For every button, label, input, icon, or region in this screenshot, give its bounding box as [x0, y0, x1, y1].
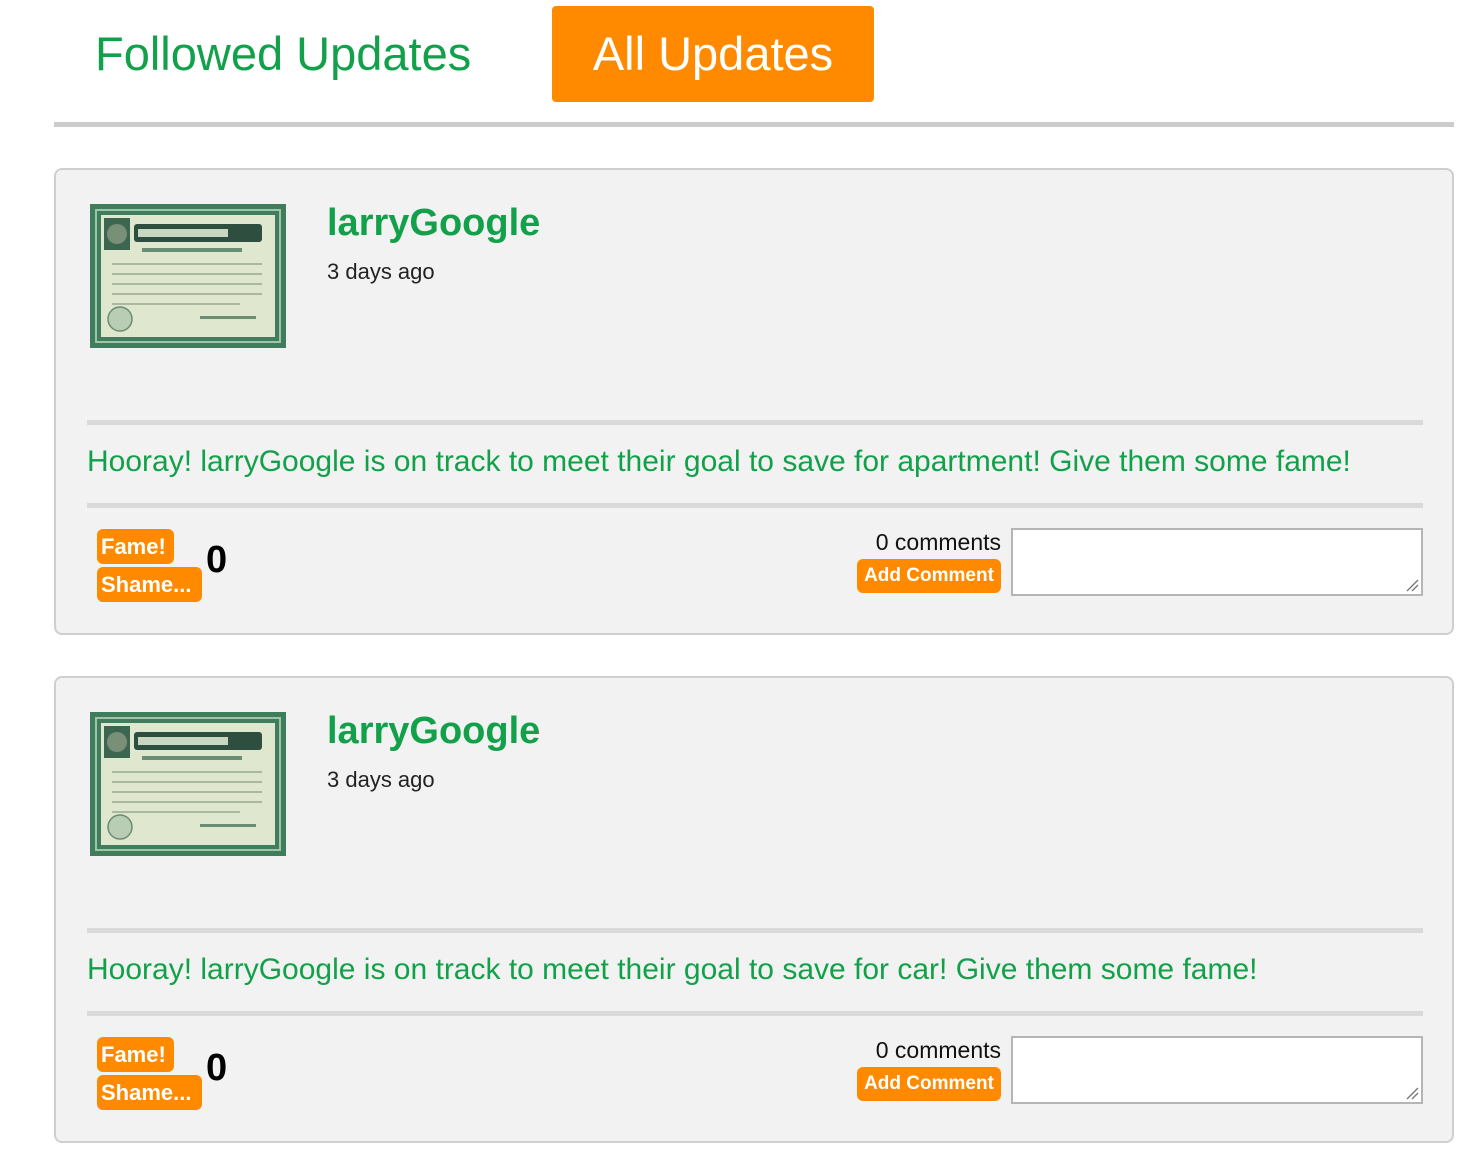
fame-score: 0: [206, 1047, 228, 1089]
update-card: larryGoogle 3 days ago Hooray! larryGoog…: [54, 676, 1454, 1143]
comment-count: 0 comments: [875, 529, 1001, 555]
comment-count: 0 comments: [875, 1037, 1001, 1063]
message-divider-bottom: [87, 1011, 1423, 1016]
comment-input[interactable]: [1011, 1036, 1423, 1104]
message-divider-top: [87, 420, 1423, 425]
update-timestamp: 3 days ago: [327, 767, 435, 792]
update-card: larryGoogle 3 days ago Hooray! larryGoog…: [54, 168, 1454, 635]
message-divider-top: [87, 928, 1423, 933]
tab-all-updates[interactable]: All Updates: [552, 6, 874, 102]
stock-certificate-image: [90, 204, 286, 348]
comment-input[interactable]: [1011, 528, 1423, 596]
tabs-divider: [54, 122, 1454, 127]
fame-button[interactable]: Fame!: [97, 529, 174, 564]
resize-handle-icon[interactable]: [1405, 578, 1419, 592]
update-message: Hooray! larryGoogle is on track to meet …: [87, 445, 1351, 478]
tab-followed-updates[interactable]: Followed Updates: [95, 6, 471, 102]
message-divider-bottom: [87, 503, 1423, 508]
update-timestamp: 3 days ago: [327, 259, 435, 284]
update-username[interactable]: larryGoogle: [327, 200, 540, 246]
resize-handle-icon[interactable]: [1405, 1086, 1419, 1100]
shame-button[interactable]: Shame...: [97, 1075, 202, 1110]
shame-button[interactable]: Shame...: [97, 567, 202, 602]
update-username[interactable]: larryGoogle: [327, 708, 540, 754]
fame-button[interactable]: Fame!: [97, 1037, 174, 1072]
stock-certificate-image: [90, 712, 286, 856]
update-message: Hooray! larryGoogle is on track to meet …: [87, 953, 1258, 986]
update-tabs: Followed Updates All Updates: [0, 0, 1484, 130]
fame-score: 0: [206, 539, 228, 581]
add-comment-button[interactable]: Add Comment: [857, 1067, 1001, 1101]
add-comment-button[interactable]: Add Comment: [857, 559, 1001, 593]
